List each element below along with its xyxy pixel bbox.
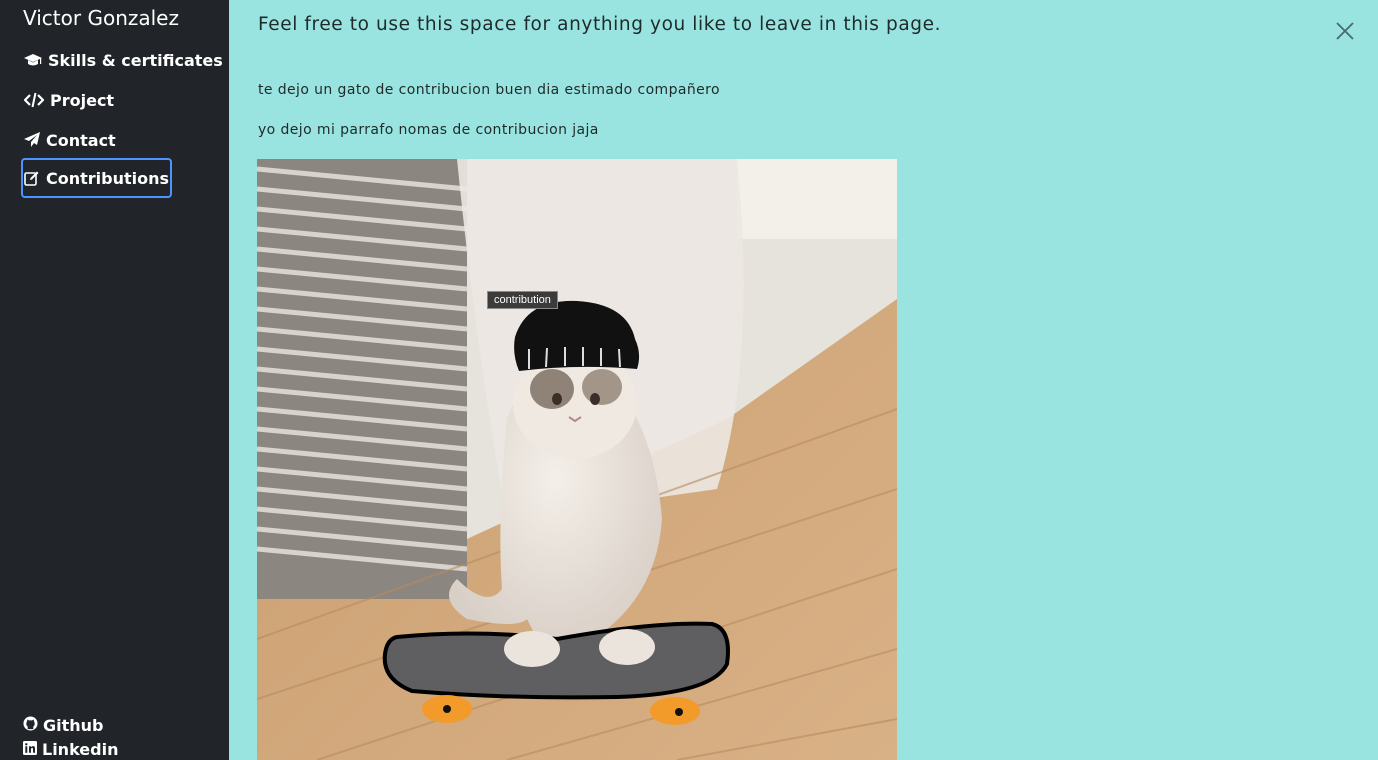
close-button[interactable] bbox=[1335, 21, 1355, 41]
nav-item-label: Contributions bbox=[46, 168, 170, 188]
sidebar: Victor Gonzalez Skills & certificates Pr… bbox=[0, 0, 229, 760]
code-icon bbox=[24, 92, 44, 108]
nav-item-label: Project bbox=[50, 90, 115, 110]
close-icon bbox=[1335, 22, 1355, 45]
nav-item-label: Contact bbox=[46, 130, 116, 150]
nav-item-project[interactable]: Project bbox=[21, 80, 117, 120]
cat-skateboard-image bbox=[257, 159, 897, 760]
linkedin-icon bbox=[23, 740, 37, 759]
nav-item-label: Skills & certificates bbox=[48, 50, 223, 70]
contributions-panel: Feel free to use this space for anything… bbox=[229, 0, 1378, 760]
nav-item-skills[interactable]: Skills & certificates bbox=[21, 40, 226, 80]
footer-link-label: Linkedin bbox=[42, 740, 119, 759]
paper-plane-icon bbox=[24, 132, 40, 148]
footer-link-github[interactable]: Github bbox=[23, 716, 104, 735]
image-tooltip: contribution bbox=[487, 291, 558, 309]
graduation-cap-icon bbox=[24, 52, 42, 68]
github-icon bbox=[23, 716, 38, 735]
footer-link-label: Github bbox=[43, 716, 104, 735]
nav-item-contact[interactable]: Contact bbox=[21, 120, 119, 160]
brand-name[interactable]: Victor Gonzalez bbox=[23, 6, 179, 30]
nav-item-contributions[interactable]: Contributions bbox=[21, 158, 173, 198]
edit-icon bbox=[24, 170, 40, 186]
contribution-text: yo dejo mi parrafo nomas de contribucion… bbox=[258, 122, 599, 138]
contribution-text: te dejo un gato de contribucion buen dia… bbox=[258, 82, 720, 98]
footer-link-linkedin[interactable]: Linkedin bbox=[23, 740, 118, 759]
page-title: Feel free to use this space for anything… bbox=[258, 14, 942, 35]
